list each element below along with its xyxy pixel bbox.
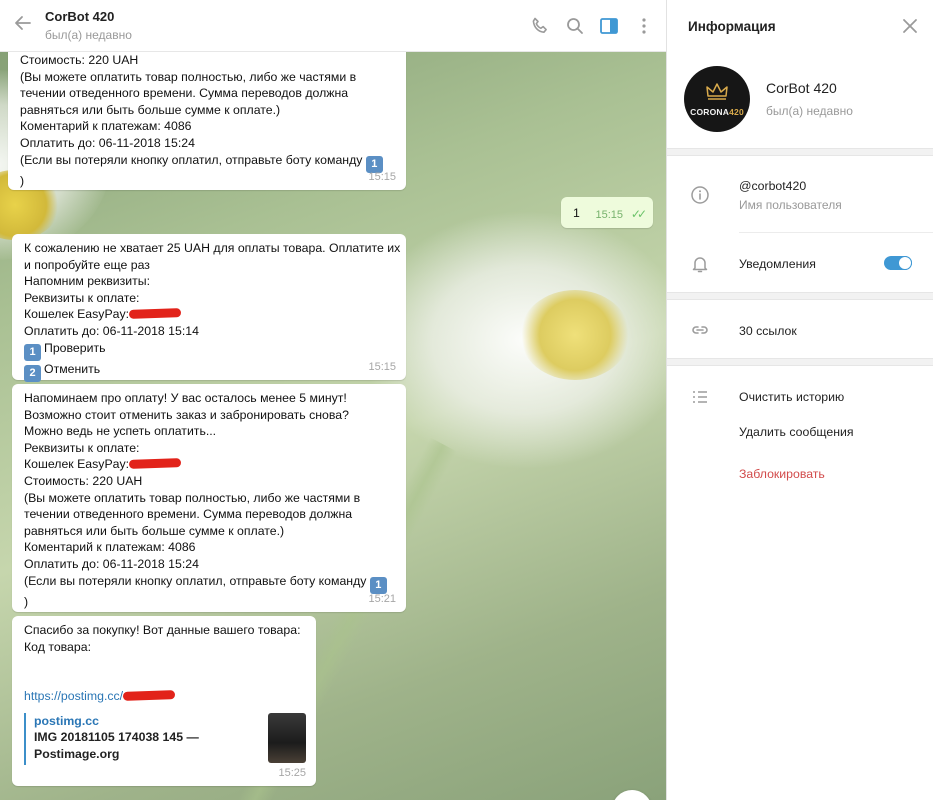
search-icon[interactable] bbox=[564, 15, 586, 37]
message-line: (Вы можете оплатить товар полностью, либ… bbox=[20, 69, 357, 84]
username-label: Имя пользователя bbox=[739, 198, 842, 212]
message-line: Коментарий к платежам: 4086 bbox=[24, 540, 196, 555]
message-line: Оплатить до: 06-11-2018 15:24 bbox=[20, 135, 195, 150]
message-line: Стоимость: 220 UAH bbox=[20, 53, 139, 67]
link-preview[interactable]: postimg.cc IMG 20181105 174038 145 — Pos… bbox=[24, 712, 306, 765]
sidebar-toggle-icon[interactable] bbox=[598, 15, 620, 37]
message-time: 15:15 bbox=[595, 209, 623, 222]
message-line: ) bbox=[24, 594, 29, 609]
shared-links-item[interactable]: 30 ссылок bbox=[739, 324, 797, 338]
notifications-label: Уведомления bbox=[739, 257, 816, 271]
section-separator bbox=[667, 148, 933, 156]
message-line-text: Отменить bbox=[44, 361, 101, 376]
link-icon bbox=[690, 320, 710, 340]
read-checkmarks-icon: ✓✓ bbox=[630, 207, 647, 222]
message-line: Оплатить до: 06-11-2018 15:14 bbox=[24, 323, 199, 338]
message-line: и попробуйте еще раз bbox=[24, 257, 150, 272]
message-line-text: (Если вы потеряли кнопку оплатил, отправ… bbox=[24, 573, 367, 588]
contact-name: CorBot 420 bbox=[766, 80, 837, 96]
phone-icon[interactable] bbox=[529, 15, 551, 37]
crown-icon bbox=[706, 83, 728, 100]
message-line: Напоминаем про оплату! У вас осталось ме… bbox=[24, 391, 347, 405]
message-line-text: (Если вы потеряли кнопку оплатил, отправ… bbox=[20, 152, 363, 167]
chat-header: CorBot 420 был(а) недавно bbox=[0, 0, 666, 52]
username-value[interactable]: @corbot420 bbox=[739, 179, 806, 193]
keycap-one-emoji: 1 bbox=[24, 343, 41, 361]
section-separator bbox=[667, 358, 933, 366]
info-panel: Информация CORONA420 CorBot 420 был(а) н… bbox=[666, 0, 933, 800]
more-menu-icon[interactable] bbox=[633, 15, 655, 37]
message-time: 15:15 bbox=[368, 361, 396, 374]
block-user-button[interactable]: Заблокировать bbox=[739, 467, 825, 481]
scroll-down-button[interactable] bbox=[612, 790, 652, 800]
chat-title[interactable]: CorBot 420 bbox=[45, 9, 114, 24]
message-line-text: Проверить bbox=[44, 340, 106, 355]
clear-history-button[interactable]: Очистить историю bbox=[739, 390, 844, 404]
link-preview-site: postimg.cc bbox=[34, 713, 99, 728]
message-line-text: Кошелек EasyPay: bbox=[24, 307, 130, 322]
message-line: Реквизиты к оплате: bbox=[24, 290, 140, 305]
info-icon bbox=[690, 185, 710, 205]
message-line: Возможно стоит отменить заказ и забронир… bbox=[24, 407, 349, 422]
section-separator bbox=[667, 292, 933, 300]
back-arrow-icon[interactable] bbox=[10, 12, 36, 38]
close-icon[interactable] bbox=[900, 16, 920, 36]
message-line: (Если вы потеряли кнопку оплатил, отправ… bbox=[24, 573, 394, 594]
contact-status: был(а) недавно bbox=[766, 104, 853, 118]
message-line: 1 Проверить bbox=[24, 340, 394, 361]
message-line: (Если вы потеряли кнопку оплатил, отправ… bbox=[20, 152, 394, 173]
avatar-brand-text: CORONA420 bbox=[690, 107, 744, 117]
redaction-mark bbox=[122, 690, 176, 702]
message-bubble[interactable]: Напоминаем про оплату! У вас осталось ме… bbox=[12, 384, 406, 612]
message-line: Оплатить до: 06-11-2018 15:24 bbox=[24, 556, 199, 571]
message-line: Можно ведь не успеть оплатить... bbox=[24, 424, 217, 439]
list-icon bbox=[690, 387, 710, 407]
message-time: 15:15 bbox=[368, 171, 396, 184]
message-line: ) bbox=[20, 173, 25, 188]
chat-status: был(а) недавно bbox=[45, 28, 132, 42]
info-panel-title: Информация bbox=[688, 19, 776, 34]
message-line: равняться или быть больше сумме к оплате… bbox=[24, 523, 285, 538]
chat-panel: CorBot 420 был(а) недавно Стоимость: 220… bbox=[0, 0, 666, 800]
message-line: течении отведенного времени. Сумма перев… bbox=[20, 86, 349, 101]
message-bubble[interactable]: К сожалению не хватает 25 UAH для оплаты… bbox=[12, 234, 406, 382]
link-preview-thumbnail bbox=[268, 712, 306, 763]
notifications-toggle[interactable] bbox=[884, 256, 912, 270]
message-line: Спасибо за покупку! Вот данные вашего то… bbox=[24, 623, 301, 637]
message-line: течении отведенного времени. Сумма перев… bbox=[24, 507, 353, 522]
message-bubble[interactable]: Спасибо за покупку! Вот данные вашего то… bbox=[12, 616, 316, 786]
message-line: Код товара: bbox=[24, 639, 91, 654]
message-time: 15:25 bbox=[278, 767, 306, 780]
message-line: Кошелек EasyPay: bbox=[24, 456, 394, 473]
message-line: Кошелек EasyPay: bbox=[24, 306, 394, 323]
row-divider bbox=[739, 232, 933, 233]
message-bubble[interactable]: Стоимость: 220 UAH (Вы можете оплатить т… bbox=[8, 44, 406, 190]
delete-messages-button[interactable]: Удалить сообщения bbox=[739, 425, 854, 439]
message-line: (Вы можете оплатить товар полностью, либ… bbox=[24, 490, 361, 505]
avatar[interactable]: CORONA420 bbox=[684, 66, 750, 132]
redaction-mark bbox=[128, 458, 182, 470]
wallpaper-flower-center bbox=[520, 290, 630, 380]
product-link[interactable]: https://postimg.cc/ bbox=[24, 689, 123, 703]
message-line: Напомним реквизиты: bbox=[24, 274, 151, 289]
message-line: https://postimg.cc/ bbox=[24, 688, 304, 705]
message-line: равняться или быть больше сумме к оплате… bbox=[20, 102, 281, 117]
message-line-text: Кошелек EasyPay: bbox=[24, 457, 130, 472]
message-line: К сожалению не хватает 25 UAH для оплаты… bbox=[24, 241, 401, 255]
message-line: Коментарий к платежам: 4086 bbox=[20, 119, 192, 134]
redaction-mark bbox=[128, 308, 182, 320]
message-time: 15:21 bbox=[368, 593, 396, 606]
bell-icon bbox=[690, 254, 710, 274]
message-line: Стоимость: 220 UAH bbox=[24, 473, 143, 488]
message-line: 2 Отменить bbox=[24, 361, 394, 382]
keycap-two-emoji: 2 bbox=[24, 364, 41, 382]
message-text: 1 bbox=[573, 206, 580, 220]
link-preview-title: Postimage.org bbox=[34, 746, 120, 761]
link-preview-title: IMG 20181105 174038 145 — bbox=[34, 730, 199, 745]
outgoing-message-bubble[interactable]: 1 15:15 ✓✓ bbox=[561, 197, 653, 228]
message-line: Реквизиты к оплате: bbox=[24, 440, 140, 455]
